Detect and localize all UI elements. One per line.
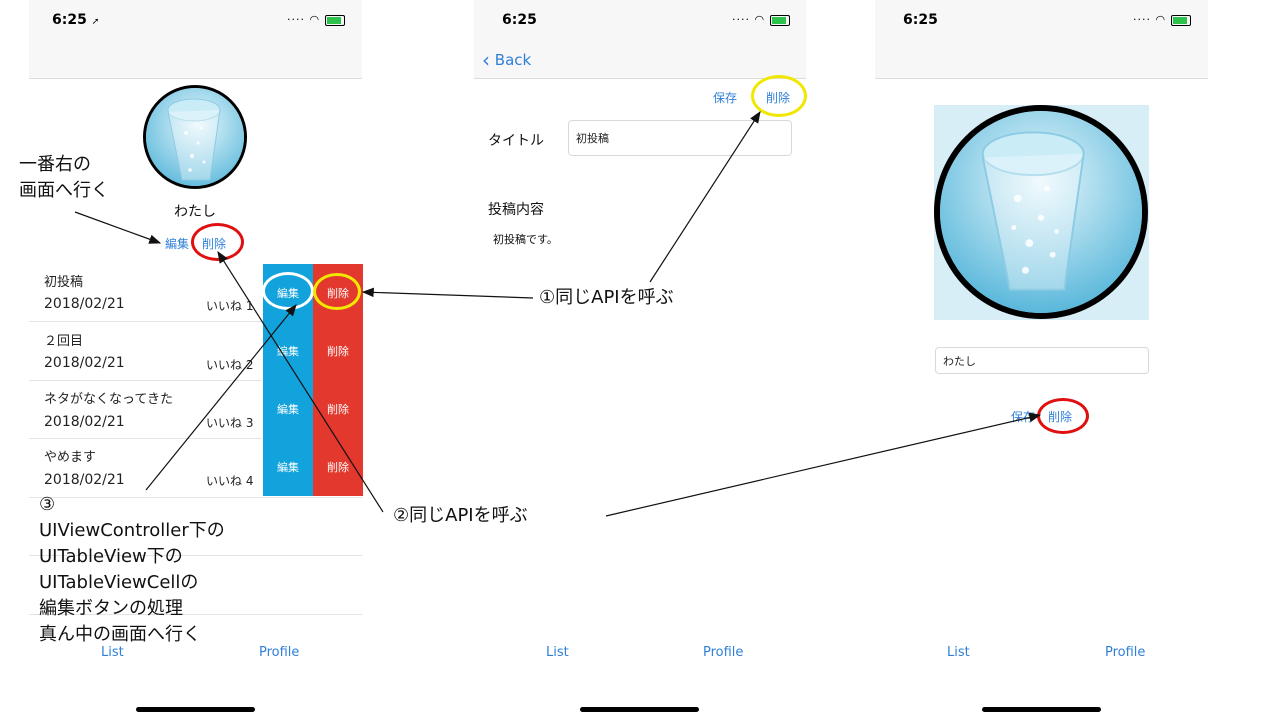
note-same-api-2: ②同じAPIを呼ぶ [393, 505, 528, 526]
note-edit-button-handler: ③ UIViewController下の UITableView下の UITab… [39, 494, 225, 645]
back-button[interactable]: ‹ Back [482, 48, 531, 72]
post-date: 2018/02/21 [44, 355, 125, 371]
post-title: やめます [44, 450, 97, 465]
tab-list[interactable]: List [947, 645, 970, 660]
edit-profile-button[interactable]: 編集 [165, 235, 189, 252]
status-icons: ···· ◠ [287, 13, 345, 26]
post-date: 2018/02/21 [44, 414, 125, 430]
battery-icon [1170, 14, 1191, 26]
row-edit-button[interactable]: 編集 [263, 380, 313, 438]
note-go-right-screen: 一番右の 画面へ行く [19, 154, 109, 201]
row-delete-button[interactable]: 削除 [313, 438, 363, 496]
post-likes: いいね 1 [206, 299, 254, 313]
post-likes: いいね 2 [206, 358, 254, 372]
post-title: ２回目 [44, 334, 84, 349]
wifi-icon: ◠ [1155, 13, 1167, 26]
post-likes: いいね 3 [206, 416, 254, 430]
title-label: タイトル [488, 133, 544, 149]
status-time: 6:25 [903, 12, 938, 28]
status-icons: ···· ◠ [1133, 13, 1191, 26]
post-likes: いいね 4 [206, 474, 254, 488]
save-post-button[interactable]: 保存 [713, 89, 737, 106]
tab-list[interactable]: List [546, 645, 569, 660]
name-input[interactable]: わたし [935, 347, 1149, 374]
home-indicator [136, 707, 255, 712]
user-name: わたし [174, 204, 216, 220]
home-indicator [580, 707, 699, 712]
location-arrow-icon: ➚ [91, 17, 100, 27]
row-divider [29, 438, 262, 439]
row-delete-button[interactable]: 削除 [313, 322, 363, 380]
row-edit-button[interactable]: 編集 [263, 438, 313, 496]
status-time: 6:25 ➚ [52, 12, 100, 28]
row-divider [29, 380, 262, 381]
post-title: 初投稿 [44, 275, 84, 290]
note-same-api-1: ①同じAPIを呼ぶ [539, 287, 674, 308]
tab-profile[interactable]: Profile [259, 645, 299, 660]
wifi-icon: ◠ [309, 13, 321, 26]
tab-profile[interactable]: Profile [1105, 645, 1145, 660]
glass-image-icon [940, 111, 1142, 313]
highlight-ring-white [262, 272, 314, 310]
profile-image-picker[interactable] [934, 105, 1148, 319]
tab-profile[interactable]: Profile [703, 645, 743, 660]
battery-icon [769, 14, 790, 26]
save-profile-button[interactable]: 保存 [1011, 408, 1035, 425]
glass-image-icon [146, 88, 244, 186]
row-divider [29, 321, 262, 322]
home-indicator [982, 707, 1101, 712]
title-input[interactable]: 初投稿 [568, 120, 792, 156]
profile-avatar [143, 85, 247, 189]
highlight-ring-red [1037, 398, 1089, 434]
content-label: 投稿内容 [488, 202, 544, 218]
highlight-ring-red [191, 223, 244, 261]
wifi-icon: ◠ [754, 13, 766, 26]
post-date: 2018/02/21 [44, 472, 125, 488]
highlight-ring-yellow [751, 75, 807, 117]
right-screen: 6:25 ···· ◠ わたし 保存 削除 List Profile [875, 0, 1208, 720]
status-icons: ···· ◠ [732, 13, 790, 26]
post-date: 2018/02/21 [44, 296, 125, 312]
battery-icon [324, 14, 345, 26]
chevron-left-icon: ‹ [482, 48, 490, 72]
content-textarea[interactable]: 初投稿です。 [493, 231, 558, 247]
row-delete-button[interactable]: 削除 [313, 380, 363, 438]
highlight-ring-yellow [313, 273, 361, 310]
post-title: ネタがなくなってきた [44, 392, 173, 407]
row-edit-button[interactable]: 編集 [263, 322, 313, 380]
status-time: 6:25 [502, 12, 537, 28]
